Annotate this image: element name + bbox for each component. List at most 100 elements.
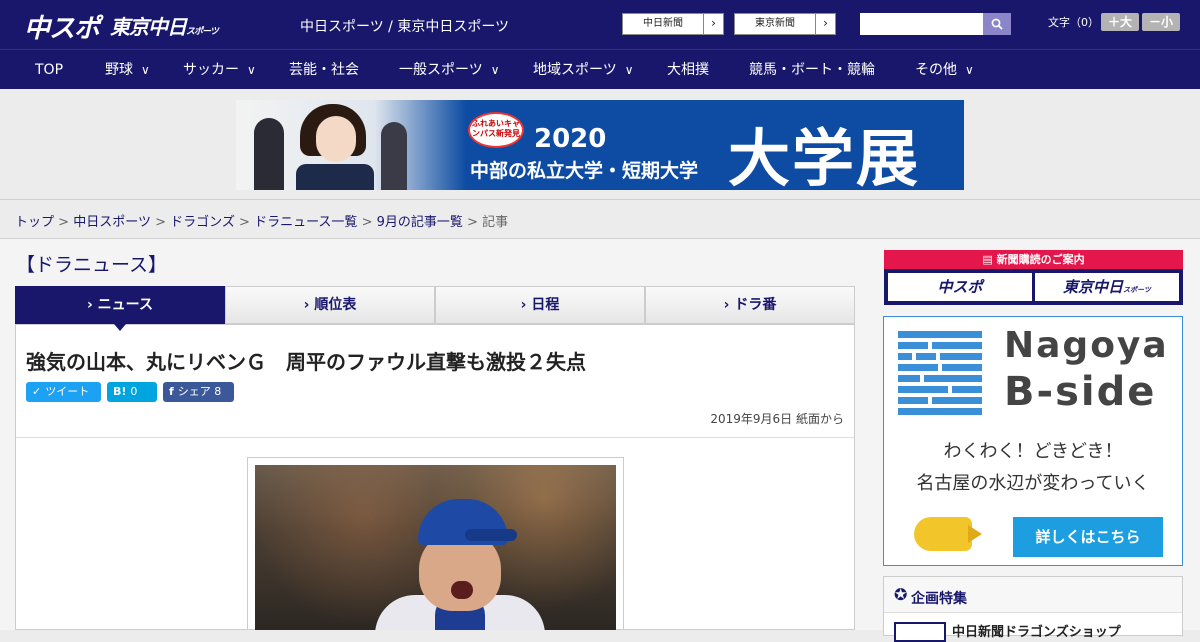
- breadcrumb-link[interactable]: 中日スポーツ: [73, 215, 151, 230]
- banner-year: 2020: [534, 124, 607, 154]
- logo-sub-small: スポーツ: [186, 27, 219, 37]
- tab-standings[interactable]: › 順位表: [225, 286, 435, 324]
- tweet-button[interactable]: ✓ ツイート: [26, 382, 101, 402]
- article-tabs: › ニュース › 順位表 › 日程 › ドラ番: [15, 286, 855, 324]
- feature-title: 企画特集: [911, 591, 967, 607]
- newspaper-icon: ▤: [982, 253, 997, 266]
- brick: [898, 364, 938, 371]
- twitter-icon: ✓: [32, 385, 42, 398]
- nav-item-other[interactable]: その他 ∨: [915, 50, 974, 90]
- brick: [898, 342, 928, 349]
- chevron-right-icon: ›: [703, 14, 723, 34]
- brick: [898, 353, 912, 360]
- nagoya-bside-ad[interactable]: Nagoya B-side わくわく！どきどき！ 名古屋の水辺が変わっていく 詳…: [883, 316, 1183, 566]
- nav-item-sumo[interactable]: 大相撲: [667, 50, 709, 90]
- feature-item-link[interactable]: 中日新聞ドラゴンズショップ: [952, 621, 1121, 640]
- font-smaller-button[interactable]: －小: [1142, 13, 1180, 31]
- breadcrumb-link[interactable]: ドラニュース一覧: [254, 215, 357, 230]
- tab-schedule[interactable]: › 日程: [435, 286, 645, 324]
- search-button[interactable]: [983, 13, 1011, 35]
- nav-item-entertainment[interactable]: 芸能・社会: [289, 50, 359, 90]
- banner-person-body: [296, 164, 374, 190]
- brick: [940, 353, 982, 360]
- subscription-header: ▤ 新聞購読のご案内: [884, 250, 1183, 269]
- hatena-bookmark-button[interactable]: B! 0: [107, 382, 157, 402]
- banner-person: [254, 118, 284, 190]
- tab-reporter[interactable]: › ドラ番: [645, 286, 855, 324]
- nav-item-racing[interactable]: 競馬・ボート・競輪: [749, 50, 875, 90]
- nav-item-baseball[interactable]: 野球 ∨: [105, 50, 150, 90]
- banner-person-face: [316, 116, 356, 162]
- subscribe-chuspo-button[interactable]: 中スポ: [888, 273, 1032, 301]
- award-icon: ✪: [894, 585, 908, 604]
- nav-item-general-sports[interactable]: 一般スポーツ ∨: [399, 50, 500, 90]
- nav-label: 野球: [105, 62, 133, 78]
- university-fair-banner[interactable]: ふれあいキャンパス新発見 2020 中部の私立大学・短期大学 大学展: [236, 100, 964, 190]
- nav-label: TOP: [35, 62, 64, 78]
- nav-label: サッカー: [183, 62, 239, 78]
- article-photo[interactable]: [255, 465, 616, 630]
- nav-label: 大相撲: [667, 62, 709, 78]
- subscribe-label: 中スポ: [937, 278, 983, 296]
- chevron-right-icon: ›: [815, 14, 835, 34]
- banner-area: ふれあいキャンパス新発見 2020 中部の私立大学・短期大学 大学展: [0, 89, 1200, 200]
- subscribe-label: 東京中日: [1063, 278, 1124, 296]
- tab-label: ニュース: [97, 297, 153, 313]
- feature-box: ✪ 企画特集 中日新聞ドラゴンズショップ: [883, 576, 1183, 642]
- nav-label: 芸能・社会: [289, 62, 359, 78]
- search-input[interactable]: [860, 13, 983, 35]
- header-bar: 中スポ 東京中日スポーツ 中日スポーツ / 東京中日スポーツ 中日新聞 › 東京…: [0, 0, 1200, 49]
- feature-thumbnail[interactable]: [894, 622, 946, 642]
- tab-chevron-icon: ›: [520, 297, 527, 313]
- tokyo-chunichi-logo[interactable]: 東京中日スポーツ: [110, 11, 219, 40]
- facebook-icon: f: [169, 385, 174, 398]
- nav-item-top[interactable]: TOP: [35, 50, 63, 90]
- tab-label: 順位表: [314, 297, 357, 313]
- banner-subtitle: 中部の私立大学・短期大学: [470, 160, 699, 182]
- subscribe-tokyo-chunichi-button[interactable]: 東京中日スポーツ: [1035, 273, 1179, 301]
- main-nav: TOP 野球 ∨ サッカー ∨ 芸能・社会 一般スポーツ ∨ 地域スポーツ ∨ 大相撲 …: [0, 49, 1200, 89]
- brick: [898, 331, 982, 338]
- breadcrumb-link[interactable]: 9月の記事一覧: [377, 215, 463, 230]
- breadcrumb-separator: >: [155, 215, 166, 230]
- player-cap-brim: [465, 529, 517, 541]
- breadcrumb-separator: >: [239, 215, 250, 230]
- breadcrumb: トップ > 中日スポーツ > ドラゴンズ > ドラニュース一覧 > 9月の記事一…: [15, 211, 508, 230]
- breadcrumb-divider: [0, 238, 1200, 239]
- chuspo-logo[interactable]: 中スポ: [24, 8, 100, 45]
- breadcrumb-separator: >: [361, 215, 373, 230]
- tokyo-shimbun-button[interactable]: 東京新聞 ›: [734, 13, 836, 35]
- chunichi-shimbun-button[interactable]: 中日新聞 ›: [622, 13, 724, 35]
- nav-item-soccer[interactable]: サッカー ∨: [183, 50, 256, 90]
- font-larger-button[interactable]: ＋大: [1101, 13, 1139, 31]
- banner-person: [381, 122, 407, 190]
- nav-item-local-sports[interactable]: 地域スポーツ ∨: [533, 50, 634, 90]
- nav-label: 一般スポーツ: [399, 62, 483, 78]
- share-count: 0: [130, 385, 138, 398]
- facebook-share-button[interactable]: f シェア 8: [163, 382, 234, 402]
- brick: [932, 397, 982, 404]
- subscribe-small: スポーツ: [1123, 286, 1151, 294]
- ad-title-line2: B-side: [1004, 369, 1157, 415]
- breadcrumb-link[interactable]: トップ: [15, 215, 54, 230]
- tab-label: 日程: [531, 297, 560, 313]
- tab-chevron-icon: ›: [87, 297, 93, 313]
- tab-chevron-icon: ›: [723, 297, 730, 313]
- hatena-icon: B!: [113, 385, 127, 398]
- chevron-down-icon: ∨: [624, 63, 634, 77]
- ad-tagline-1: わくわく！どきどき！: [943, 441, 1123, 462]
- brick: [898, 386, 948, 393]
- ad-details-button[interactable]: 詳しくはこちら: [1013, 517, 1163, 557]
- brick: [942, 364, 982, 371]
- feature-header: ✪ 企画特集: [884, 577, 1182, 613]
- publish-date: 2019年9月6日 紙面から: [710, 412, 844, 426]
- tab-news[interactable]: › ニュース: [15, 286, 225, 324]
- chevron-down-icon: ∨: [490, 63, 500, 77]
- breadcrumb-link[interactable]: ドラゴンズ: [170, 215, 235, 230]
- brick: [924, 375, 982, 382]
- share-label: シェア 8: [177, 385, 222, 398]
- brick: [952, 386, 982, 393]
- fish-mascot-tail: [968, 525, 982, 543]
- player-mouth: [451, 581, 473, 599]
- fish-mascot-icon: [914, 517, 972, 551]
